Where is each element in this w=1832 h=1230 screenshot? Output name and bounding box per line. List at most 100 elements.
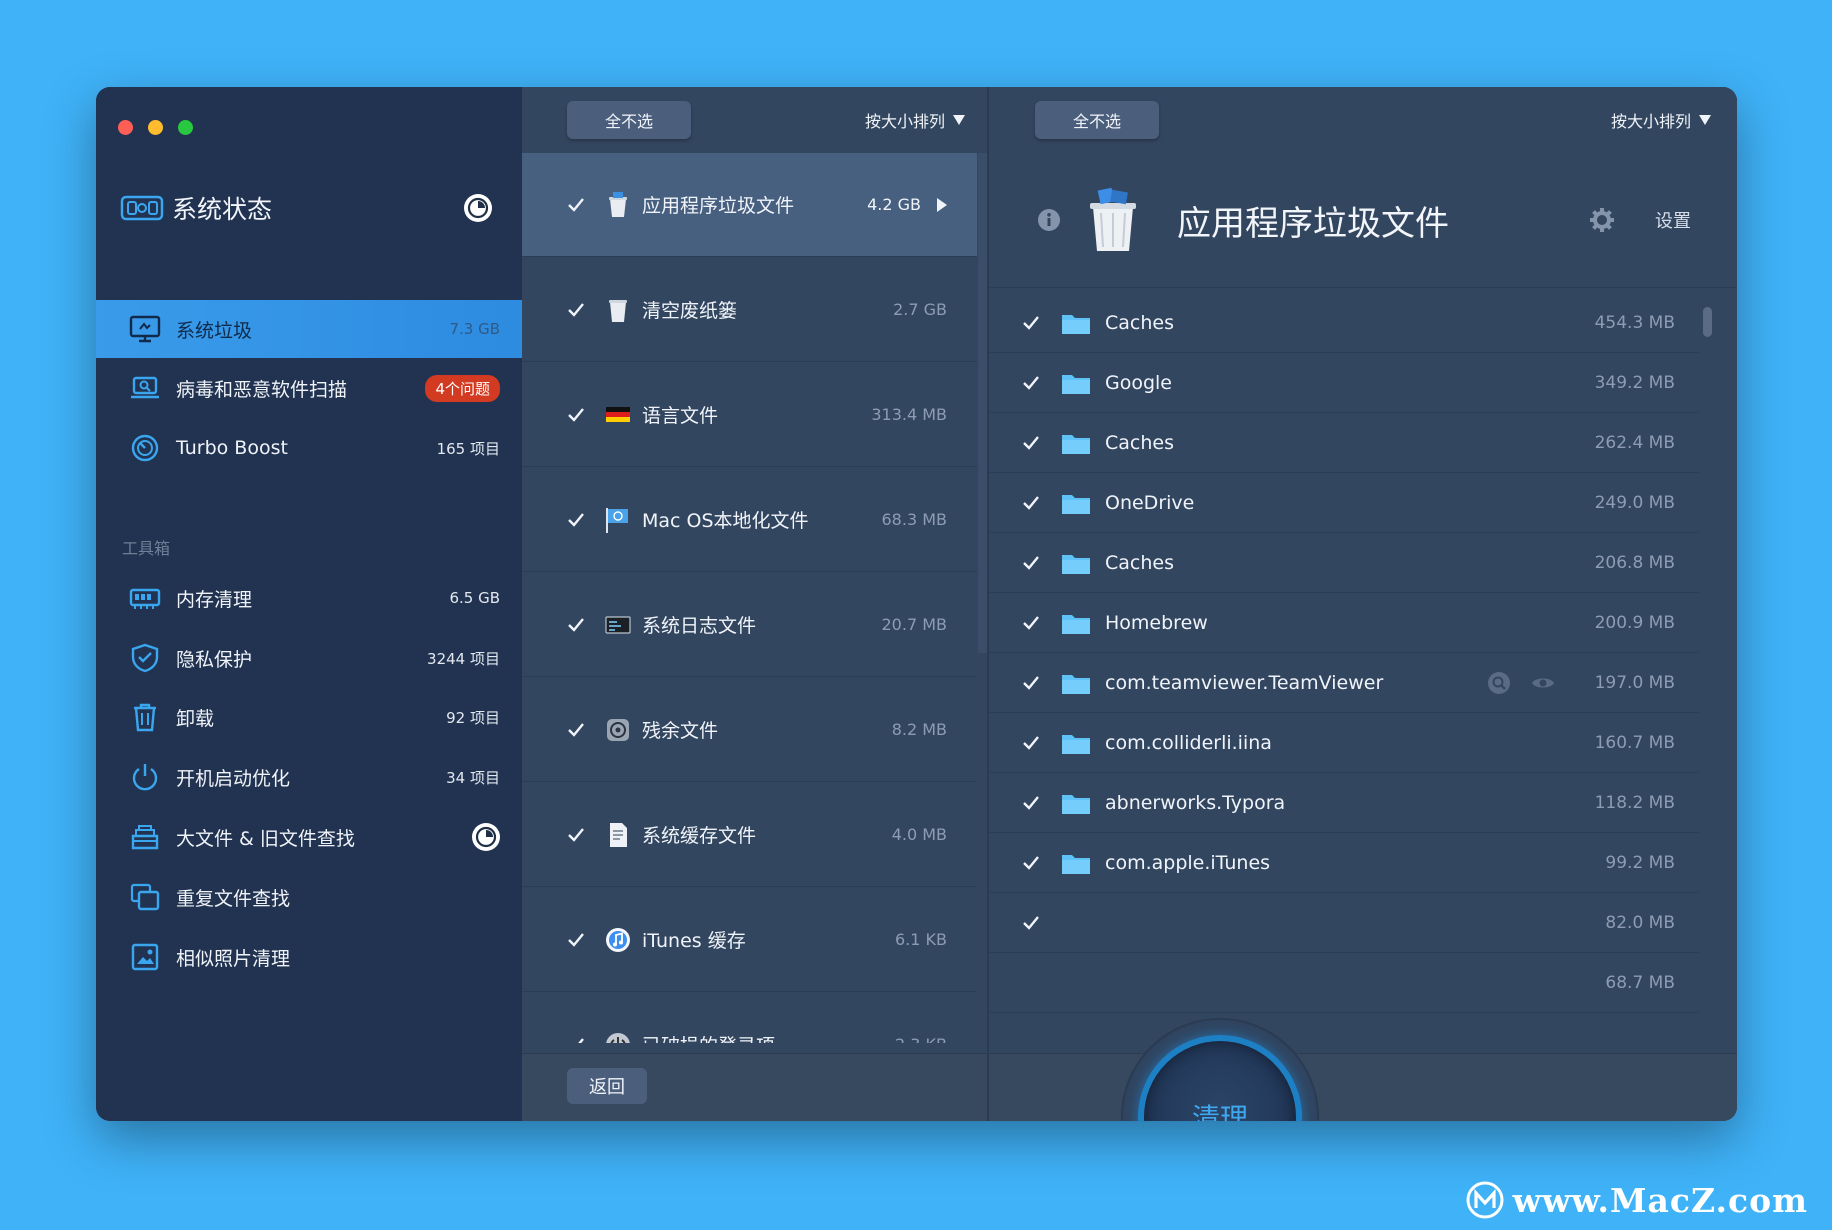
category-item-itunes-cache[interactable]: iTunes 缓存 6.1 KB	[522, 888, 977, 992]
deselect-all-button[interactable]: 全不选	[567, 101, 692, 139]
category-size: 4.2 GB	[867, 195, 921, 214]
category-toolbar: 全不选 按大小排列	[522, 87, 987, 153]
shield-check-icon	[128, 643, 162, 673]
category-item-residual-files[interactable]: 残余文件 8.2 MB	[522, 678, 977, 782]
folder-icon	[1062, 674, 1090, 694]
row-tools	[1487, 671, 1555, 695]
category-label: 清空废纸篓	[642, 300, 738, 322]
folder-icon	[1062, 434, 1090, 454]
category-item-system-cache[interactable]: 系统缓存文件 4.0 MB	[522, 783, 977, 887]
file-row[interactable]: Caches 206.8 MB	[989, 533, 1699, 593]
file-name: Caches	[1105, 551, 1174, 574]
sidebar-item-startup-optimization[interactable]: 开机启动优化 34 项目	[96, 748, 522, 806]
bottom-bar	[989, 1053, 1737, 1121]
checkbox[interactable]	[566, 825, 586, 845]
clean-button-label: 清理	[1191, 1102, 1248, 1121]
sidebar-item-uninstall[interactable]: 卸载 92 项目	[96, 688, 522, 746]
reveal-search-icon[interactable]	[1487, 671, 1511, 695]
checkbox[interactable]	[566, 615, 586, 635]
file-row[interactable]: com.apple.iTunes 99.2 MB	[989, 833, 1699, 893]
sort-dropdown[interactable]: 按大小排列	[865, 108, 965, 132]
minimize-window-button[interactable]	[148, 120, 163, 135]
sidebar-item-privacy[interactable]: 隐私保护 3244 项目	[96, 629, 522, 687]
file-row[interactable]: OneDrive 249.0 MB	[989, 473, 1699, 533]
category-label: 残余文件	[642, 720, 719, 742]
file-name: Homebrew	[1105, 611, 1208, 634]
checkbox[interactable]	[1021, 793, 1041, 813]
folder-icon	[1062, 734, 1090, 754]
scrollbar[interactable]	[1703, 307, 1712, 337]
file-drawer-icon	[128, 822, 162, 852]
settings-link[interactable]: 设置	[1655, 207, 1691, 233]
checkbox[interactable]	[566, 510, 586, 530]
scrollbar[interactable]	[978, 153, 987, 653]
folder-icon	[1062, 614, 1090, 634]
sidebar-item-turbo-boost[interactable]: Turbo Boost 165 项目	[96, 419, 522, 477]
checkbox[interactable]	[1021, 313, 1041, 333]
trash-full-icon	[604, 191, 632, 219]
sidebar-item-similar-photos[interactable]: 相似照片清理	[96, 928, 522, 986]
back-button[interactable]: 返回	[567, 1068, 647, 1104]
speedometer-icon	[128, 433, 162, 463]
file-row[interactable]: 82.0 MB	[989, 893, 1699, 953]
clean-button[interactable]: 清理	[1138, 1035, 1302, 1121]
file-name: OneDrive	[1105, 491, 1195, 514]
scan-timer-icon[interactable]	[464, 194, 492, 222]
deselect-all-button[interactable]: 全不选	[1035, 101, 1160, 139]
checkbox[interactable]	[1021, 433, 1041, 453]
checkbox[interactable]	[1021, 613, 1041, 633]
file-row[interactable]: Caches 262.4 MB	[989, 413, 1699, 473]
category-item-system-logs[interactable]: 系统日志文件 20.7 MB	[522, 573, 977, 677]
category-item-language-files[interactable]: 语言文件 313.4 MB	[522, 363, 977, 467]
system-status-row[interactable]: 系统状态	[120, 190, 492, 226]
category-item-empty-trash[interactable]: 清空废纸篓 2.7 GB	[522, 258, 977, 362]
checkbox[interactable]	[1021, 553, 1041, 573]
checkbox[interactable]	[1021, 373, 1041, 393]
file-row[interactable]: Google 349.2 MB	[989, 353, 1699, 413]
checkbox[interactable]	[1021, 673, 1041, 693]
sidebar-item-memory-clean[interactable]: 内存清理 6.5 GB	[96, 569, 522, 627]
file-row[interactable]: 68.7 MB	[989, 953, 1699, 1013]
checkbox[interactable]	[566, 1035, 586, 1043]
file-row[interactable]: com.teamviewer.TeamViewer 197.0 MB	[989, 653, 1699, 713]
checkbox[interactable]	[1021, 493, 1041, 513]
zoom-window-button[interactable]	[178, 120, 193, 135]
category-label: iTunes 缓存	[642, 930, 746, 952]
category-item-macos-localization[interactable]: Mac OS本地化文件 68.3 MB	[522, 468, 977, 572]
category-label: 已破损的登录项	[642, 1031, 895, 1043]
checkbox[interactable]	[566, 300, 586, 320]
category-item-app-junk[interactable]: 应用程序垃圾文件 4.2 GB	[522, 153, 977, 257]
file-name: Google	[1105, 371, 1173, 394]
checkbox[interactable]	[566, 930, 586, 950]
scan-timer-icon[interactable]	[472, 823, 500, 851]
preview-eye-icon[interactable]	[1531, 671, 1555, 695]
category-size: 20.7 MB	[881, 615, 948, 634]
sidebar-item-label: 系统垃圾	[176, 319, 253, 342]
file-row[interactable]: Caches 454.3 MB	[989, 293, 1699, 353]
checkbox[interactable]	[1021, 853, 1041, 873]
close-window-button[interactable]	[118, 120, 133, 135]
checkbox[interactable]	[566, 405, 586, 425]
sort-dropdown[interactable]: 按大小排列	[1611, 108, 1711, 132]
file-row[interactable]: com.colliderli.iina 160.7 MB	[989, 713, 1699, 773]
log-icon	[604, 611, 632, 639]
sidebar-item-malware-scan[interactable]: 病毒和恶意软件扫描 4个问题	[96, 359, 522, 417]
checkbox[interactable]	[566, 720, 586, 740]
checkbox[interactable]	[566, 195, 586, 215]
sidebar-item-duplicate-finder[interactable]: 重复文件查找	[96, 868, 522, 926]
checkbox[interactable]	[1021, 913, 1041, 933]
sidebar-item-system-junk[interactable]: 系统垃圾 7.3 GB	[96, 300, 522, 358]
flag-un-icon	[604, 506, 632, 534]
window-controls	[118, 120, 193, 135]
sidebar-item-large-old-files[interactable]: 大文件 & 旧文件查找	[96, 808, 522, 866]
trash-can-icon	[128, 702, 162, 732]
gear-icon[interactable]	[1589, 207, 1615, 233]
category-item-broken-login-items[interactable]: 已破损的登录项 2.3 KB	[522, 993, 977, 1043]
info-icon[interactable]	[1037, 208, 1061, 232]
checkbox[interactable]	[1021, 733, 1041, 753]
file-row[interactable]: Homebrew 200.9 MB	[989, 593, 1699, 653]
file-size: 262.4 MB	[1594, 432, 1675, 453]
folder-icon	[1062, 374, 1090, 394]
file-row[interactable]: abnerworks.Typora 118.2 MB	[989, 773, 1699, 833]
file-size: 160.7 MB	[1594, 732, 1675, 753]
